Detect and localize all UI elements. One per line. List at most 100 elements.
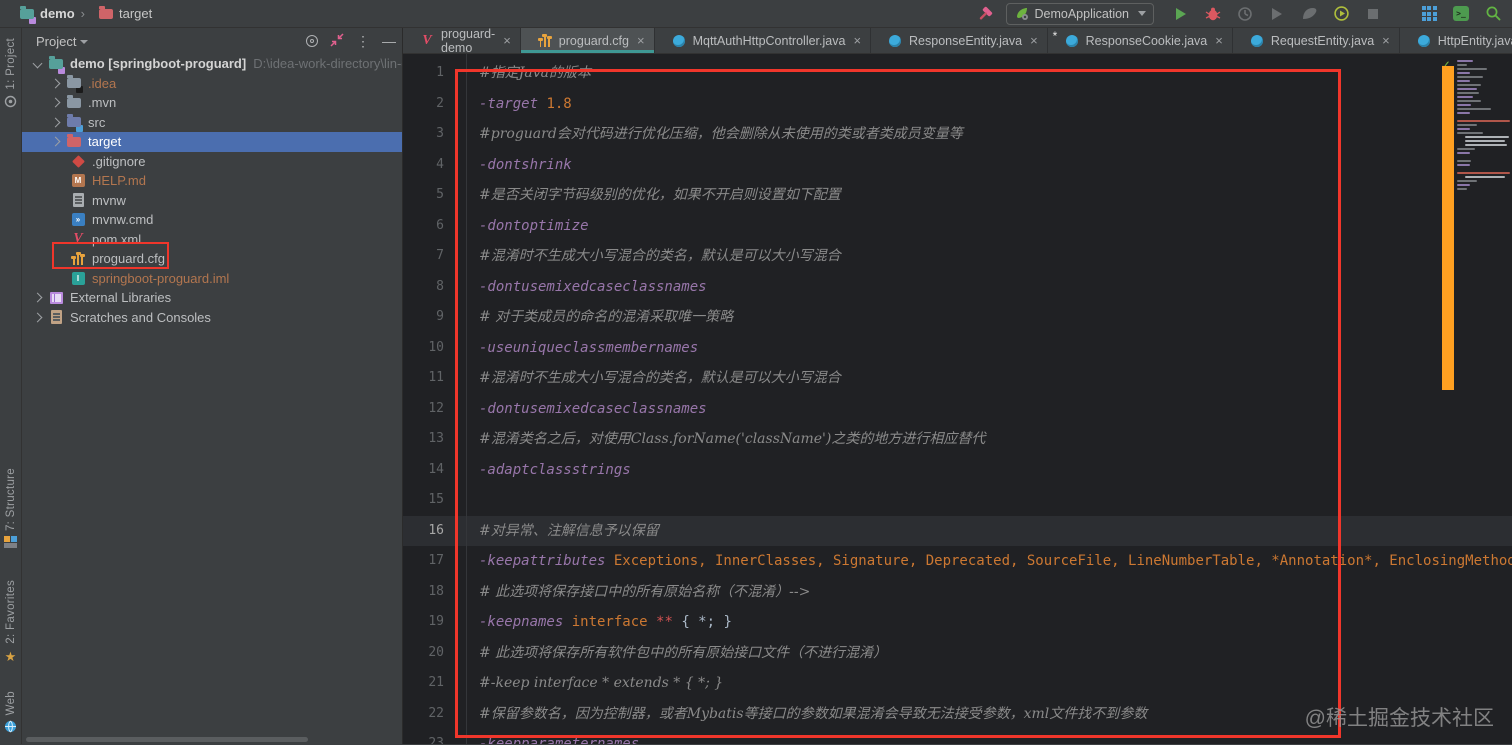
minimap-line [1457,100,1481,102]
build-hammer-icon[interactable] [974,3,996,25]
terminal-icon[interactable]: >_ [1450,3,1472,25]
tree-item-.mvn[interactable]: .mvn [22,93,402,113]
breadcrumb-label: target [119,6,153,21]
close-icon[interactable]: × [503,33,511,48]
search-everywhere-icon[interactable] [1482,3,1504,25]
tree-item-src[interactable]: src [22,113,402,132]
chevron-right-icon[interactable] [50,136,61,147]
tree-item-external-libraries[interactable]: External Libraries [22,288,402,308]
tab-proguard-demo[interactable]: Vproguard-demo × [403,27,521,55]
tree-item-mvnw[interactable]: mvnw [22,191,402,211]
code-line-5[interactable]: 5 #是否关闭字节码级别的优化，如果不开启则设置如下配置 [403,180,1512,211]
tab-requestentity.java[interactable]: RequestEntity.java × [1233,28,1400,53]
code-line-12[interactable]: 12 -dontusemixedcaseclassnames [403,394,1512,425]
code-line-13[interactable]: 13 #混淆类名之后，对使用Class.forName('className')之… [403,424,1512,455]
close-icon[interactable]: × [1382,33,1390,48]
tree-item-pom.xml[interactable]: Vpom.xml [22,230,402,250]
minimap-line [1457,188,1467,190]
horizontal-scrollbar[interactable] [26,737,308,742]
locate-file-icon[interactable] [306,35,318,47]
run-with-profiler-button[interactable] [1330,3,1352,25]
close-icon[interactable]: × [1030,33,1038,48]
tree-item-springboot-proguard.iml[interactable]: Ispringboot-proguard.iml [22,269,402,289]
tool-window-button-structure[interactable]: 7: Structure [0,468,23,554]
line-number: 10 [428,339,444,355]
code-line-14[interactable]: 14 -adaptclassstrings [403,455,1512,486]
breadcrumb-item-demo[interactable]: demo [12,5,75,24]
tab-responsecookie.java[interactable]: * ResponseCookie.java × [1048,28,1233,53]
tab-proguard.cfg[interactable]: proguard.cfg × [520,28,655,53]
close-icon[interactable]: × [1215,33,1223,48]
tree-item-proguard.cfg[interactable]: proguard.cfg [22,249,402,269]
breadcrumb-item-target[interactable]: target [91,5,153,22]
line-text: -useuniqueclassmembernames [448,333,698,364]
code-line-7[interactable]: 7 #混淆时不生成大小写混合的类名，默认是可以大小写混合 [403,241,1512,272]
code-line-1[interactable]: 1 #指定Java的版本 [403,58,1512,89]
code-line-8[interactable]: 8 -dontusemixedcaseclassnames [403,272,1512,303]
code-line-17[interactable]: 17 -keepattributes Exceptions, InnerClass… [403,546,1512,577]
coverage-button[interactable] [1234,3,1256,25]
src-folder-icon [66,114,83,132]
code-line-21[interactable]: 21 #-keep interface * extends * { *; } [403,668,1512,699]
tree-item-mvnw.cmd[interactable]: » mvnw.cmd [22,210,402,230]
minimap-line [1457,64,1467,66]
code-line-19[interactable]: 19 -keepnames interface ** { *; } [403,607,1512,638]
debug-button[interactable] [1202,3,1224,25]
hide-panel-icon[interactable]: — [382,34,396,48]
tree-item-target[interactable]: target [22,132,402,152]
java-class-icon [1249,33,1265,49]
tab-mqttauthhttpcontroller.java[interactable]: MqttAuthHttpController.java × [655,28,872,53]
tool-window-button-web[interactable]: Web [4,691,17,738]
code-line-9[interactable]: 9 # 对于类成员的命名的混淆采取唯一策略 [403,302,1512,333]
tree-item-help.md[interactable]: M HELP.md [22,171,402,191]
minimap-line [1457,112,1470,114]
tree-item-demo-springboot-proguard-[interactable]: demo [springboot-proguard] D:\idea-work-d… [22,54,402,74]
line-text: #指定Java的版本 [448,58,591,89]
code-line-6[interactable]: 6 -dontoptimize [403,211,1512,242]
project-folder-icon [48,55,65,74]
code-line-3[interactable]: 3 #proguard会对代码进行优化压缩，他会删除从未使用的类或者类成员变量等 [403,119,1512,150]
tab-responseentity.java[interactable]: ResponseEntity.java × [871,28,1048,53]
libraries-icon [48,290,64,306]
tree-item-.gitignore[interactable]: .gitignore [22,152,402,172]
chevron-right-icon[interactable] [32,292,43,303]
chevron-right-icon[interactable] [32,312,43,323]
options-kebab-icon[interactable]: ⋮ [356,34,370,48]
close-icon[interactable]: × [853,33,861,48]
chevron-right-icon[interactable] [50,97,61,108]
code-minimap[interactable] [1455,54,1512,744]
tool-windows-grid-icon[interactable] [1418,3,1440,25]
code-line-11[interactable]: 11 #混淆时不生成大小写混合的类名，默认是可以大小写混合 [403,363,1512,394]
code-line-15[interactable]: 15 [403,485,1512,516]
maven-file-icon: V [73,231,83,247]
line-number: 1 [436,65,444,80]
line-text: -keepattributes Exceptions, InnerClasses… [448,546,1512,577]
code-line-4[interactable]: 4 -dontshrink [403,150,1512,181]
tree-item-.idea[interactable]: .idea [22,74,402,93]
code-line-2[interactable]: 2 -target 1.8 [403,89,1512,120]
tool-window-button-favorites[interactable]: 2: Favorites ★ [0,580,23,665]
project-view-selector[interactable]: Project [36,34,306,49]
collapse-all-icon[interactable] [330,32,344,50]
tool-window-button-project[interactable]: 1: Project [0,38,23,113]
line-text: #混淆类名之后，对使用Class.forName('className')之类的… [448,424,985,455]
chevron-right-icon[interactable] [50,117,61,128]
code-line-20[interactable]: 20 # 此选项将保存所有软件包中的所有原始接口文件（不进行混淆） [403,638,1512,669]
editor-scrollbar[interactable] [1442,66,1454,390]
code-segment: interface [571,614,657,630]
tree-item-label: mvnw [92,192,126,208]
code-line-18[interactable]: 18 # 此选项将保存接口中的所有原始名称（不混淆）--> [403,577,1512,608]
chevron-right-icon[interactable] [50,78,61,89]
minimap-line [1457,184,1470,186]
close-icon[interactable]: × [637,33,645,48]
code-line-10[interactable]: 10 -useuniqueclassmembernames [403,333,1512,364]
code-editor[interactable]: 1 #指定Java的版本 2 -target 1.8 3 #proguard会对代码进行优… [403,54,1512,744]
run-config-dropdown[interactable]: DemoApplication [1005,2,1154,25]
tree-item-scratches-and-consoles[interactable]: Scratches and Consoles [22,308,402,328]
code-line-16[interactable]: 16 #对异常、注解信息予以保留 [403,515,1512,546]
run-button[interactable] [1170,3,1192,25]
chevron-down-icon[interactable] [32,58,43,69]
tab-httpentity.java[interactable]: HttpEntity.java× [1400,28,1512,53]
project-folder-icon [19,5,36,24]
code-segment: #是否关闭字节码级别的优化，如果不开启则设置如下配置 [479,187,841,203]
